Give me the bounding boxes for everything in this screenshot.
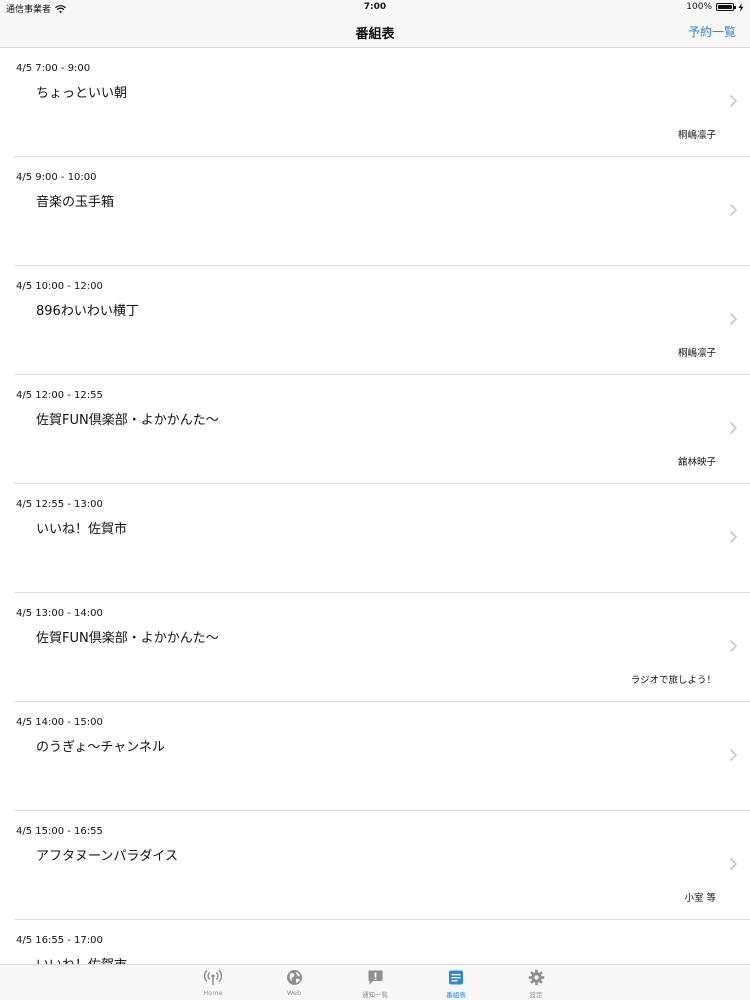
program-row[interactable]: 4/5 16:55 - 17:00 いいね！佐賀市 xyxy=(14,920,750,964)
schedule-icon xyxy=(426,969,486,986)
tab-label: Web xyxy=(286,989,302,997)
chevron-right-icon xyxy=(729,530,738,544)
status-bar: 通信事業者 7:00 100% xyxy=(0,0,750,15)
chevron-right-icon xyxy=(729,94,738,108)
notice-icon xyxy=(345,969,405,986)
tab-label: 番組表 xyxy=(446,991,466,999)
program-row[interactable]: 4/5 12:55 - 13:00 いいね！佐賀市 xyxy=(14,484,750,593)
navigation-bar: 番組表 予約一覧 xyxy=(0,14,750,48)
program-list[interactable]: 4/5 7:00 - 9:00 ちょっといい朝桐嶋凛子 4/5 9:00 - 10:… xyxy=(0,48,750,964)
page-title: 番組表 xyxy=(355,27,395,42)
program-time: 4/5 14:00 - 15:00 xyxy=(16,717,103,728)
chevron-right-icon xyxy=(729,748,738,762)
tab-radio[interactable]: Home xyxy=(183,969,243,997)
program-title: 音楽の玉手箱 xyxy=(36,195,115,210)
program-host: 小室 等 xyxy=(684,893,716,904)
program-row[interactable]: 4/5 14:00 - 15:00 のうぎょ〜チャンネル xyxy=(14,702,750,811)
program-row[interactable]: 4/5 7:00 - 9:00 ちょっといい朝桐嶋凛子 xyxy=(14,48,750,157)
program-title: いいね！佐賀市 xyxy=(36,954,127,964)
program-title: のうぎょ〜チャンネル xyxy=(36,740,165,755)
reservation-list-button[interactable]: 予約一覧 xyxy=(688,23,736,40)
program-time: 4/5 9:00 - 10:00 xyxy=(16,172,97,183)
program-time: 4/5 12:00 - 12:55 xyxy=(16,390,103,401)
program-title: ちょっといい朝 xyxy=(36,86,128,101)
program-host: 舘林映子 xyxy=(677,457,716,468)
battery-fill xyxy=(718,5,732,9)
globe-icon xyxy=(264,969,324,986)
program-time: 4/5 16:55 - 17:00 xyxy=(16,935,103,946)
tab-label: 設定 xyxy=(529,991,543,999)
tab-gear[interactable]: 設定 xyxy=(506,969,566,999)
status-right: 100% xyxy=(686,2,744,12)
tab-globe[interactable]: Web xyxy=(264,969,324,997)
charging-icon xyxy=(738,2,744,12)
program-time: 4/5 15:00 - 16:55 xyxy=(16,826,103,837)
program-row[interactable]: 4/5 10:00 - 12:00 896わいわい横丁桐嶋凛子 xyxy=(14,266,750,375)
program-time: 4/5 7:00 - 9:00 xyxy=(16,63,91,74)
program-host: ラジオで旅しよう！ xyxy=(630,675,716,686)
program-row[interactable]: 4/5 12:00 - 12:55 佐賀FUN倶楽部・よかかんた〜舘林映子 xyxy=(14,375,750,484)
program-time: 4/5 13:00 - 14:00 xyxy=(16,608,103,619)
program-row[interactable]: 4/5 13:00 - 14:00 佐賀FUN倶楽部・よかかんた〜ラジオで旅しよう… xyxy=(14,593,750,702)
tab-bar: Home Web 通知一覧 番組表 設定 xyxy=(0,964,750,1000)
chevron-right-icon xyxy=(729,203,738,217)
program-title: アフタヌーンパラダイス xyxy=(36,849,178,864)
program-time: 4/5 12:55 - 13:00 xyxy=(16,499,103,510)
program-title: いいね！佐賀市 xyxy=(36,522,128,537)
program-row[interactable]: 4/5 9:00 - 10:00 音楽の玉手箱 xyxy=(14,157,750,266)
battery-percent: 100% xyxy=(686,2,712,12)
battery-icon xyxy=(716,3,736,11)
chevron-right-icon xyxy=(729,639,738,653)
program-row[interactable]: 4/5 15:00 - 16:55 アフタヌーンパラダイス小室 等 xyxy=(14,811,750,920)
tab-label: 通知一覧 xyxy=(362,991,388,999)
program-title: 佐賀FUN倶楽部・よかかんた〜 xyxy=(36,631,219,646)
program-title: 佐賀FUN倶楽部・よかかんた〜 xyxy=(36,413,219,428)
program-title: 896わいわい横丁 xyxy=(36,304,139,319)
tab-schedule[interactable]: 番組表 xyxy=(426,969,486,999)
program-host: 桐嶋凛子 xyxy=(677,130,716,141)
tab-notice[interactable]: 通知一覧 xyxy=(345,969,405,999)
gear-icon xyxy=(506,969,566,986)
status-time: 7:00 xyxy=(363,2,387,12)
program-time: 4/5 10:00 - 12:00 xyxy=(16,281,103,292)
program-host: 桐嶋凛子 xyxy=(677,348,716,359)
chevron-right-icon xyxy=(729,312,738,326)
radio-icon xyxy=(183,969,243,986)
tab-label: Home xyxy=(203,989,223,997)
chevron-right-icon xyxy=(729,421,738,435)
chevron-right-icon xyxy=(729,857,738,871)
